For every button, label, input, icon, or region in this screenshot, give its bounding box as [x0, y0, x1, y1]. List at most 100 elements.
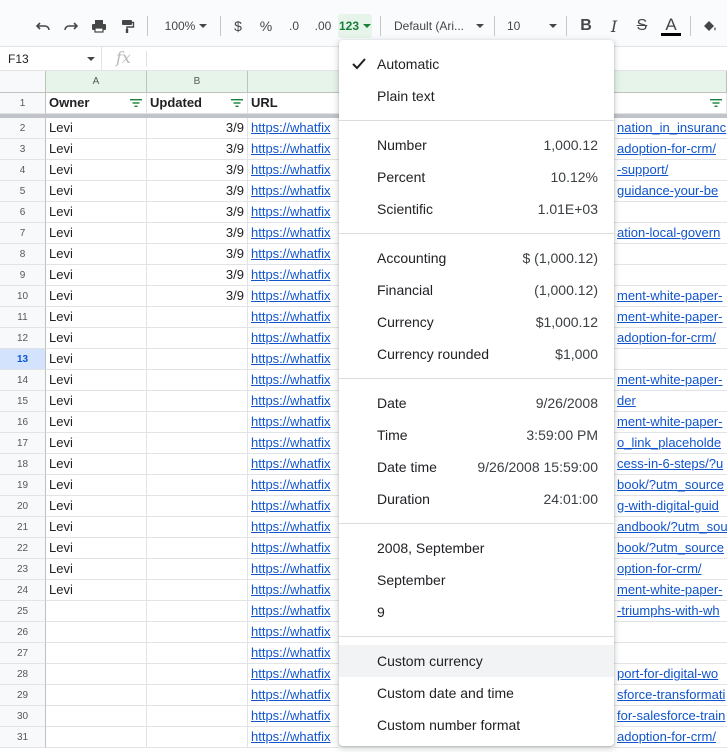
row-number[interactable]: 21	[0, 517, 46, 538]
owner-cell[interactable]: Levi	[46, 160, 147, 181]
url-cell-overflow[interactable]: g-with-digital-guid	[614, 496, 727, 517]
row-number[interactable]: 4	[0, 160, 46, 181]
filter-icon[interactable]	[710, 98, 722, 108]
menu-item-date[interactable]: Date 9/26/2008	[339, 387, 614, 419]
updated-cell[interactable]: 3/9	[147, 160, 248, 181]
url-cell-overflow[interactable]	[614, 265, 727, 286]
url-cell-overflow[interactable]	[614, 244, 727, 265]
row-number[interactable]: 18	[0, 454, 46, 475]
url-cell[interactable]: https://whatfix	[248, 412, 339, 433]
fill-color-icon[interactable]	[698, 14, 722, 38]
url-cell[interactable]: https://whatfix	[248, 349, 339, 370]
menu-item-9[interactable]: 9	[339, 596, 614, 628]
updated-cell[interactable]	[147, 580, 248, 601]
url-cell[interactable]: https://whatfix	[248, 391, 339, 412]
format-currency-button[interactable]: $	[228, 14, 248, 38]
url-cell-overflow[interactable]	[614, 349, 727, 370]
column-header-a[interactable]: A	[46, 71, 147, 93]
text-color-button[interactable]: A	[660, 14, 682, 38]
url-cell[interactable]: https://whatfix	[248, 601, 339, 622]
updated-cell[interactable]	[147, 538, 248, 559]
updated-cell[interactable]	[147, 349, 248, 370]
owner-cell[interactable]	[46, 685, 147, 706]
row-number[interactable]: 29	[0, 685, 46, 706]
url-cell[interactable]: https://whatfix	[248, 265, 339, 286]
row-number[interactable]: 15	[0, 391, 46, 412]
owner-cell[interactable]: Levi	[46, 244, 147, 265]
url-cell-overflow[interactable]: sforce-transformati	[614, 685, 727, 706]
url-cell-overflow[interactable]: adoption-for-crm/	[614, 139, 727, 160]
row-number[interactable]: 19	[0, 475, 46, 496]
row-number[interactable]: 5	[0, 181, 46, 202]
url-cell[interactable]: https://whatfix	[248, 286, 339, 307]
url-cell[interactable]: https://whatfix	[248, 580, 339, 601]
url-cell-overflow[interactable]	[614, 202, 727, 223]
row-number[interactable]: 6	[0, 202, 46, 223]
url-cell[interactable]: https://whatfix	[248, 517, 339, 538]
url-cell[interactable]: https://whatfix	[248, 727, 339, 748]
url-cell[interactable]: https://whatfix	[248, 706, 339, 727]
menu-item-currency[interactable]: Currency $1,000.12	[339, 306, 614, 338]
menu-item-number[interactable]: Number 1,000.12	[339, 129, 614, 161]
url-cell-overflow[interactable]	[614, 643, 727, 664]
owner-cell[interactable]: Levi	[46, 223, 147, 244]
format-percent-button[interactable]: %	[256, 14, 276, 38]
row-number[interactable]: 2	[0, 118, 46, 139]
url-cell[interactable]: https://whatfix	[248, 202, 339, 223]
row-number[interactable]: 26	[0, 622, 46, 643]
owner-cell[interactable]: Levi	[46, 454, 147, 475]
url-cell-overflow[interactable]: ment-white-paper-	[614, 412, 727, 433]
row-number[interactable]: 24	[0, 580, 46, 601]
strikethrough-button[interactable]: S	[632, 14, 652, 38]
row-number[interactable]: 10	[0, 286, 46, 307]
menu-item-custom-date-and-time[interactable]: Custom date and time	[339, 677, 614, 709]
menu-item-scientific[interactable]: Scientific 1.01E+03	[339, 193, 614, 225]
owner-cell[interactable]	[46, 643, 147, 664]
filter-icon[interactable]	[130, 98, 142, 108]
url-cell[interactable]: https://whatfix	[248, 475, 339, 496]
row-number[interactable]: 8	[0, 244, 46, 265]
url-cell-overflow[interactable]: port-for-digital-wo	[614, 664, 727, 685]
owner-cell[interactable]: Levi	[46, 118, 147, 139]
row-number[interactable]: 25	[0, 601, 46, 622]
updated-cell[interactable]	[147, 664, 248, 685]
menu-item-financial[interactable]: Financial (1,000.12)	[339, 274, 614, 306]
owner-cell[interactable]: Levi	[46, 580, 147, 601]
url-cell-overflow[interactable]: der	[614, 391, 727, 412]
updated-cell[interactable]: 3/9	[147, 139, 248, 160]
updated-cell[interactable]: 3/9	[147, 286, 248, 307]
owner-cell[interactable]: Levi	[46, 349, 147, 370]
url-cell-overflow[interactable]: -triumphs-with-wh	[614, 601, 727, 622]
menu-item-plain-text[interactable]: Plain text	[339, 80, 614, 112]
zoom-select[interactable]: 100%	[157, 14, 215, 38]
filter-icon[interactable]	[231, 98, 243, 108]
row-number[interactable]: 14	[0, 370, 46, 391]
updated-cell[interactable]	[147, 475, 248, 496]
url-cell-overflow[interactable]: -support/	[614, 160, 727, 181]
url-cell-overflow[interactable]: for-salesforce-train	[614, 706, 727, 727]
row-number[interactable]: 12	[0, 328, 46, 349]
url-cell-overflow[interactable]: ment-white-paper-	[614, 307, 727, 328]
owner-cell[interactable]: Levi	[46, 475, 147, 496]
column-header-b[interactable]: B	[147, 71, 248, 93]
updated-cell[interactable]	[147, 517, 248, 538]
url-cell-overflow[interactable]: adoption-for-crm/	[614, 727, 727, 748]
bold-button[interactable]: B	[576, 14, 596, 38]
owner-cell[interactable]: Levi	[46, 538, 147, 559]
updated-cell[interactable]	[147, 391, 248, 412]
menu-item-september[interactable]: September	[339, 564, 614, 596]
owner-cell[interactable]: Levi	[46, 181, 147, 202]
row-number[interactable]: 3	[0, 139, 46, 160]
owner-cell[interactable]: Levi	[46, 433, 147, 454]
updated-cell[interactable]	[147, 706, 248, 727]
updated-cell[interactable]	[147, 307, 248, 328]
redo-icon[interactable]	[60, 14, 82, 38]
owner-cell[interactable]: Levi	[46, 412, 147, 433]
row-number[interactable]: 20	[0, 496, 46, 517]
updated-cell[interactable]: 3/9	[147, 223, 248, 244]
menu-item-accounting[interactable]: Accounting $ (1,000.12)	[339, 242, 614, 274]
updated-cell[interactable]	[147, 454, 248, 475]
name-box[interactable]: F13	[0, 47, 102, 71]
url-cell[interactable]: https://whatfix	[248, 181, 339, 202]
updated-cell[interactable]: 3/9	[147, 265, 248, 286]
